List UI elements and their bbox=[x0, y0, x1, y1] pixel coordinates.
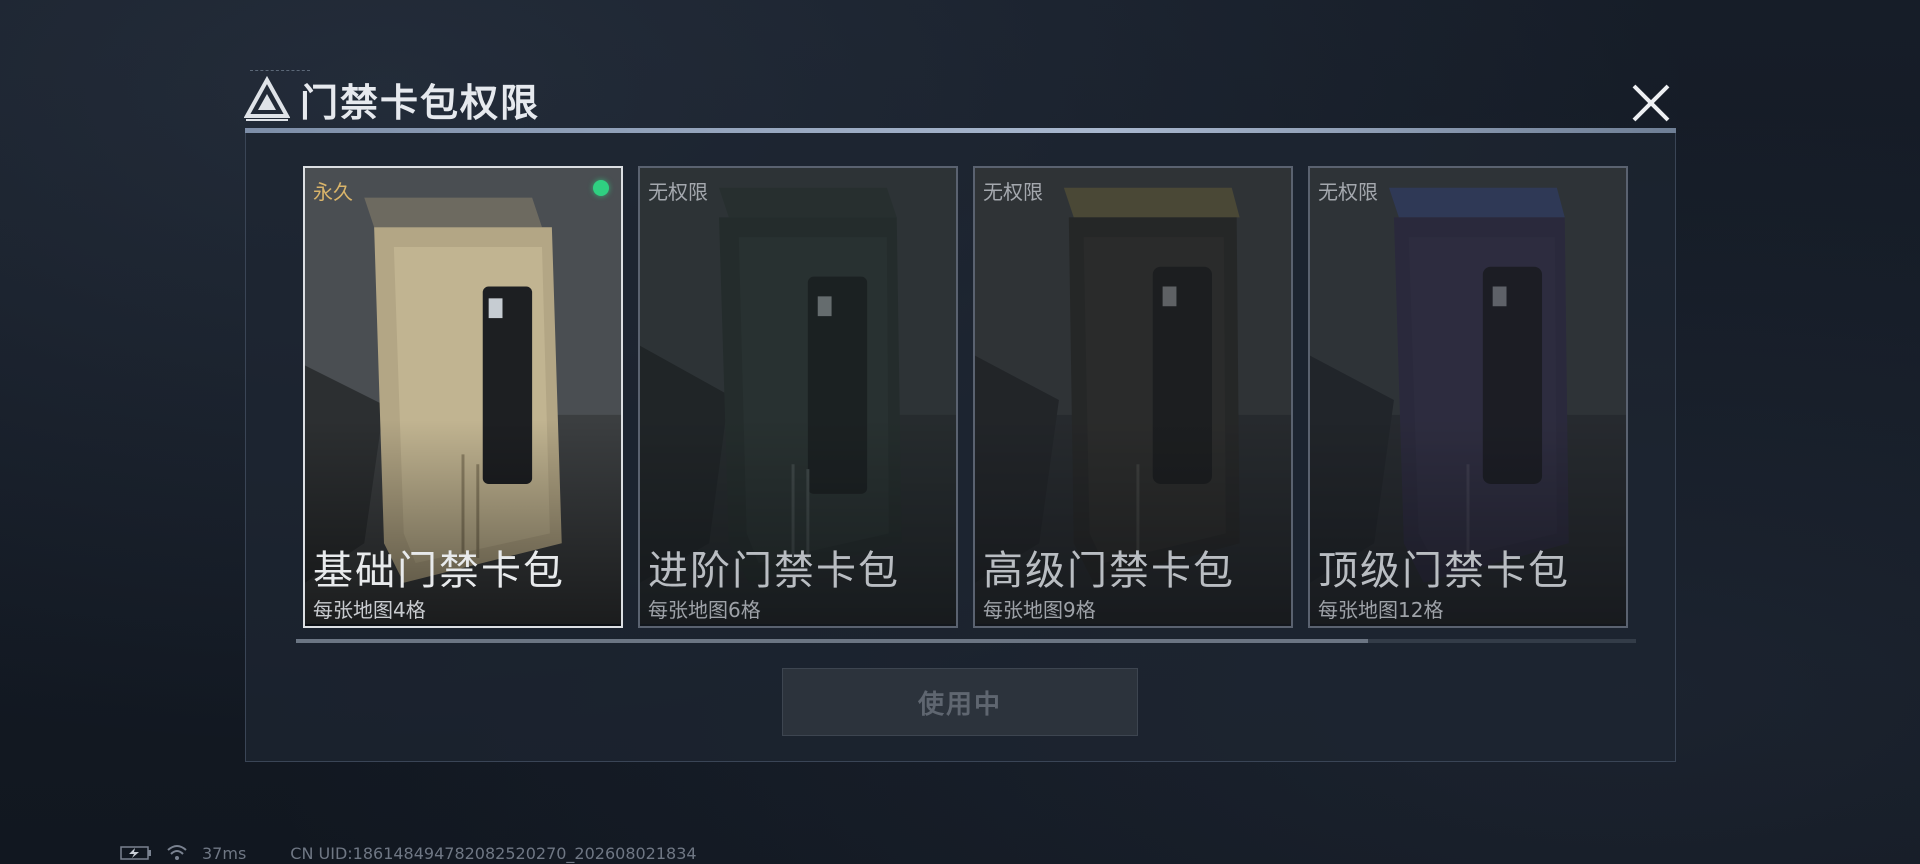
battery-charging-icon bbox=[120, 846, 151, 860]
wifi-icon bbox=[167, 845, 187, 860]
panel-top-accent bbox=[245, 128, 1676, 133]
card-status-label: 无权限 bbox=[983, 180, 1043, 204]
card-name: 基础门禁卡包 bbox=[313, 548, 565, 594]
scrollbar-thumb[interactable] bbox=[296, 639, 1368, 643]
triangle-logo-icon bbox=[244, 76, 290, 121]
card-name: 顶级门禁卡包 bbox=[1318, 548, 1570, 594]
status-footer: 37ms CN UID:18614849478208252027​0_20260… bbox=[120, 843, 697, 863]
card-status-label: 无权限 bbox=[1318, 180, 1378, 204]
card-name: 高级门禁卡包 bbox=[983, 548, 1235, 594]
card-basic-keycard-pack[interactable]: 永久 基础门禁卡包 每张地图4格 bbox=[303, 166, 623, 628]
dialog-title: 门禁卡包权限 bbox=[300, 80, 541, 125]
card-elite-keycard-pack[interactable]: 无权限 顶级门禁卡包 每张地图12格 bbox=[1308, 166, 1628, 628]
card-status-label: 无权限 bbox=[648, 180, 708, 204]
card-premium-keycard-pack[interactable]: 无权限 高级门禁卡包 每张地图9格 bbox=[973, 166, 1293, 628]
uid-label: CN UID:18614849478208252027​0_2026080218… bbox=[290, 843, 697, 863]
dialog-header: 门禁卡包权限 bbox=[244, 74, 541, 125]
card-advanced-keycard-pack[interactable]: 无权限 进阶门禁卡包 每张地图6格 bbox=[638, 166, 958, 628]
card-name: 进阶门禁卡包 bbox=[648, 548, 900, 594]
card-capacity: 每张地图9格 bbox=[983, 598, 1096, 622]
close-icon[interactable] bbox=[1628, 80, 1674, 126]
card-capacity: 每张地图4格 bbox=[313, 598, 426, 622]
in-use-indicator bbox=[593, 180, 609, 196]
card-capacity: 每张地图12格 bbox=[1318, 598, 1444, 622]
card-status-label: 永久 bbox=[313, 180, 353, 204]
card-capacity: 每张地图6格 bbox=[648, 598, 761, 622]
ping-label: 37ms bbox=[202, 843, 247, 863]
in-use-button-label: 使用中 bbox=[917, 689, 1002, 720]
in-use-button[interactable]: 使用中 bbox=[782, 668, 1138, 736]
